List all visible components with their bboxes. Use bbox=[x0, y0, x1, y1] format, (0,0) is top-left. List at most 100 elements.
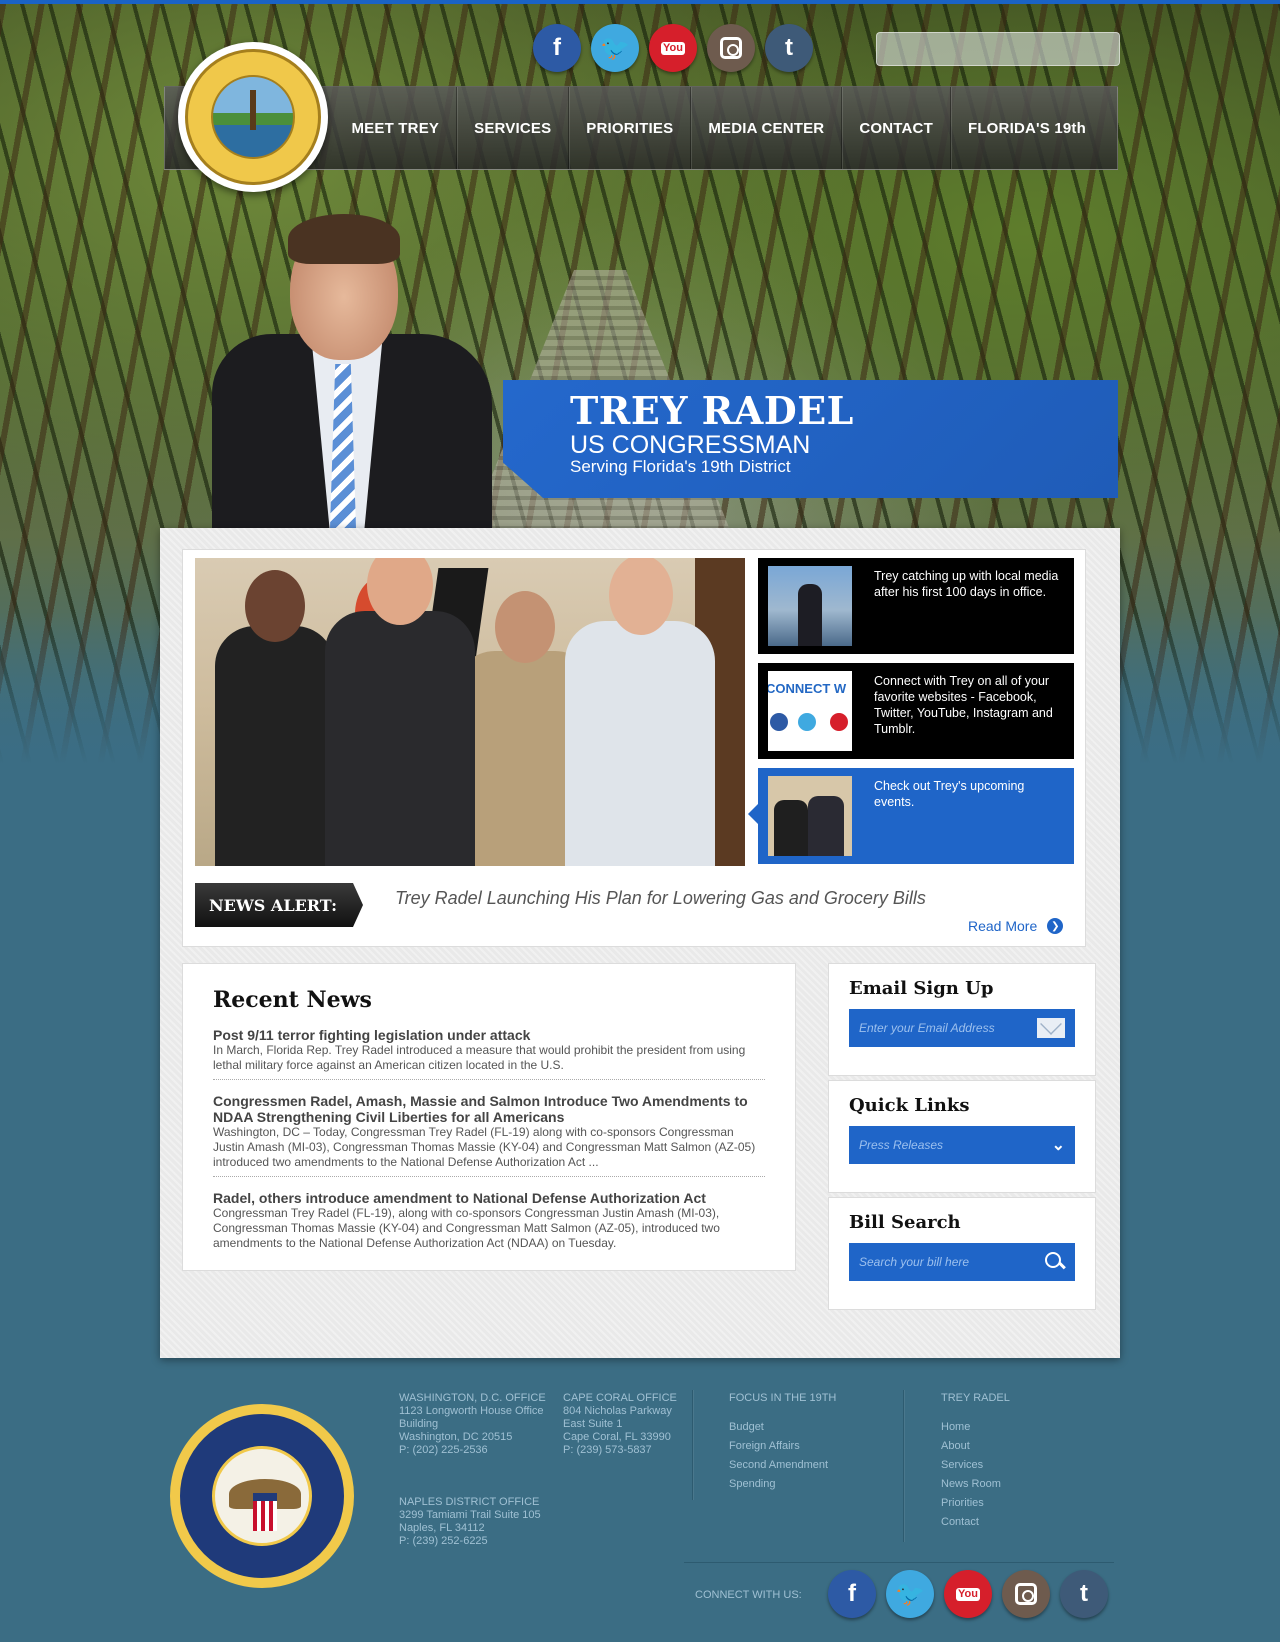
youtube-glyph-text: You bbox=[956, 1588, 980, 1601]
bill-search-placeholder: Search your bill here bbox=[859, 1255, 970, 1269]
slider-card-connect[interactable]: CONNECT W Connect with Trey on all of yo… bbox=[758, 663, 1074, 759]
bill-search-input[interactable]: Search your bill here bbox=[849, 1243, 1075, 1281]
footer-link-second-amendment[interactable]: Second Amendment bbox=[729, 1459, 879, 1472]
footer-connect-divider bbox=[684, 1562, 1114, 1563]
naples-office-title: NAPLES DISTRICT OFFICE bbox=[399, 1496, 540, 1508]
email-signup-widget: Email Sign Up Enter your Email Address bbox=[828, 963, 1096, 1076]
photo-person-4-head bbox=[609, 558, 673, 635]
slider-card-text: Trey catching up with local media after … bbox=[874, 569, 1059, 599]
chevron-right-icon: ❯ bbox=[1047, 918, 1064, 934]
nav-contact[interactable]: CONTACT bbox=[841, 87, 950, 169]
slider-card-events[interactable]: Check out Trey's upcoming events. bbox=[748, 768, 1074, 864]
envelope-icon[interactable] bbox=[1037, 1018, 1065, 1038]
dc-office-line: Washington, DC 20515 bbox=[399, 1431, 513, 1443]
cape-office-title: CAPE CORAL OFFICE bbox=[563, 1392, 677, 1404]
quick-links-select[interactable]: Press Releases ⌄ bbox=[849, 1126, 1075, 1164]
tumblr-icon[interactable]: t bbox=[765, 24, 813, 72]
footer-social-links: f 🐦 You t bbox=[828, 1570, 1118, 1618]
dc-office-line: Building bbox=[399, 1418, 439, 1430]
recent-news-section: Recent News Post 9/11 terror fighting le… bbox=[182, 963, 796, 1271]
news-item-summary: Washington, DC – Today, Congressman Trey… bbox=[213, 1125, 756, 1169]
tumblr-icon[interactable]: t bbox=[1060, 1570, 1108, 1618]
mini-twitter-icon bbox=[798, 713, 816, 731]
news-item: Post 9/11 terror fighting legislation un… bbox=[213, 1027, 765, 1080]
email-field-placeholder: Enter your Email Address bbox=[859, 1021, 995, 1035]
footer-link-services[interactable]: Services bbox=[941, 1459, 1091, 1472]
nav-priorities[interactable]: PRIORITIES bbox=[568, 87, 690, 169]
florida-seal-emblem bbox=[185, 49, 321, 185]
cape-coral-office-info: CAPE CORAL OFFICE 804 Nicholas Parkway E… bbox=[563, 1392, 693, 1457]
footer-link-spending[interactable]: Spending bbox=[729, 1478, 879, 1491]
dc-office-title: WASHINGTON, D.C. OFFICE bbox=[399, 1392, 546, 1404]
footer-link-priorities[interactable]: Priorities bbox=[941, 1497, 1091, 1510]
footer-link-contact[interactable]: Contact bbox=[941, 1516, 1091, 1529]
photo-person-1-head bbox=[245, 570, 305, 642]
naples-office-line: Naples, FL 34112 bbox=[399, 1522, 485, 1534]
top-social-links: f 🐦 You t bbox=[533, 24, 823, 72]
cape-office-line: 804 Nicholas Parkway bbox=[563, 1405, 672, 1417]
read-more-label: Read More bbox=[968, 918, 1038, 934]
nav-services[interactable]: SERVICES bbox=[456, 87, 568, 169]
read-more-link[interactable]: Read More ❯ bbox=[968, 918, 1064, 934]
cape-office-line: East Suite 1 bbox=[563, 1418, 623, 1430]
site-search-input[interactable] bbox=[876, 32, 1120, 66]
portrait-hair bbox=[288, 214, 400, 264]
bill-search-heading: Bill Search bbox=[849, 1212, 961, 1233]
naples-office-info: NAPLES DISTRICT OFFICE 3299 Tamiami Trai… bbox=[399, 1496, 579, 1548]
youtube-icon[interactable]: You bbox=[649, 24, 697, 72]
footer-link-foreign-affairs[interactable]: Foreign Affairs bbox=[729, 1440, 879, 1453]
photo-person-1 bbox=[215, 570, 335, 866]
footer-link-budget[interactable]: Budget bbox=[729, 1421, 879, 1434]
congressman-district: Serving Florida's 19th District bbox=[570, 457, 791, 476]
nav-media-center[interactable]: MEDIA CENTER bbox=[690, 87, 841, 169]
instagram-glyph bbox=[720, 37, 742, 59]
slider-card-media[interactable]: Trey catching up with local media after … bbox=[758, 558, 1074, 654]
news-item-title[interactable]: Radel, others introduce amendment to Nat… bbox=[213, 1190, 765, 1206]
footer-link-news-room[interactable]: News Room bbox=[941, 1478, 1091, 1491]
feature-photo[interactable] bbox=[195, 558, 745, 866]
news-alert-headline[interactable]: Trey Radel Launching His Plan for Loweri… bbox=[395, 888, 926, 909]
dc-office-line: 1123 Longworth House Office bbox=[399, 1405, 544, 1417]
facebook-glyph: f bbox=[848, 1580, 856, 1607]
slider-thumb-media bbox=[768, 566, 852, 646]
search-icon[interactable] bbox=[1045, 1252, 1065, 1272]
recent-news-heading: Recent News bbox=[213, 987, 372, 1013]
house-seal-eagle bbox=[212, 1446, 312, 1546]
footer-link-about[interactable]: About bbox=[941, 1440, 1091, 1453]
trey-links-title: TREY RADEL bbox=[941, 1392, 1010, 1404]
twitter-icon[interactable]: 🐦 bbox=[591, 24, 639, 72]
connect-thumb-text: CONNECT W bbox=[768, 681, 847, 696]
tumblr-glyph: t bbox=[1080, 1580, 1088, 1607]
news-item-title[interactable]: Post 9/11 terror fighting legislation un… bbox=[213, 1027, 765, 1043]
facebook-icon[interactable]: f bbox=[828, 1570, 876, 1618]
news-item-summary: Congressman Trey Radel (FL-19), along wi… bbox=[213, 1206, 720, 1250]
news-item: Radel, others introduce amendment to Nat… bbox=[213, 1190, 765, 1257]
nav-meet-trey[interactable]: MEET TREY bbox=[334, 87, 456, 169]
photo-person-3-head bbox=[495, 591, 555, 663]
slider-thumb-connect: CONNECT W bbox=[768, 671, 852, 751]
email-field[interactable]: Enter your Email Address bbox=[849, 1009, 1075, 1047]
footer-divider bbox=[903, 1390, 904, 1542]
congressman-name: TREY RADEL bbox=[570, 388, 854, 433]
email-signup-heading: Email Sign Up bbox=[849, 978, 994, 999]
footer-link-home[interactable]: Home bbox=[941, 1421, 1091, 1434]
cape-office-line: P: (239) 573-5837 bbox=[563, 1444, 652, 1456]
instagram-icon[interactable] bbox=[1002, 1570, 1050, 1618]
trey-links-spacer bbox=[941, 1405, 1091, 1415]
congressman-title: US CONGRESSMAN bbox=[570, 431, 811, 459]
nav-floridas-19th[interactable]: FLORIDA'S 19th bbox=[949, 87, 1103, 169]
news-alert-label: NEWS ALERT: bbox=[195, 883, 363, 927]
quick-links-widget: Quick Links Press Releases ⌄ bbox=[828, 1080, 1096, 1193]
florida-state-seal-logo[interactable] bbox=[178, 42, 328, 192]
youtube-icon[interactable]: You bbox=[944, 1570, 992, 1618]
slider-card-text: Connect with Trey on all of your favorit… bbox=[874, 674, 1053, 736]
mini-facebook-icon bbox=[770, 713, 788, 731]
tumblr-glyph: t bbox=[785, 34, 793, 61]
news-item-title[interactable]: Congressmen Radel, Amash, Massie and Sal… bbox=[213, 1093, 765, 1125]
instagram-icon[interactable] bbox=[707, 24, 755, 72]
twitter-icon[interactable]: 🐦 bbox=[886, 1570, 934, 1618]
facebook-icon[interactable]: f bbox=[533, 24, 581, 72]
us-house-seal-logo bbox=[170, 1404, 354, 1588]
trey-radel-links: TREY RADEL Home About Services News Room… bbox=[941, 1392, 1091, 1529]
chevron-down-icon: ⌄ bbox=[1051, 1137, 1065, 1154]
